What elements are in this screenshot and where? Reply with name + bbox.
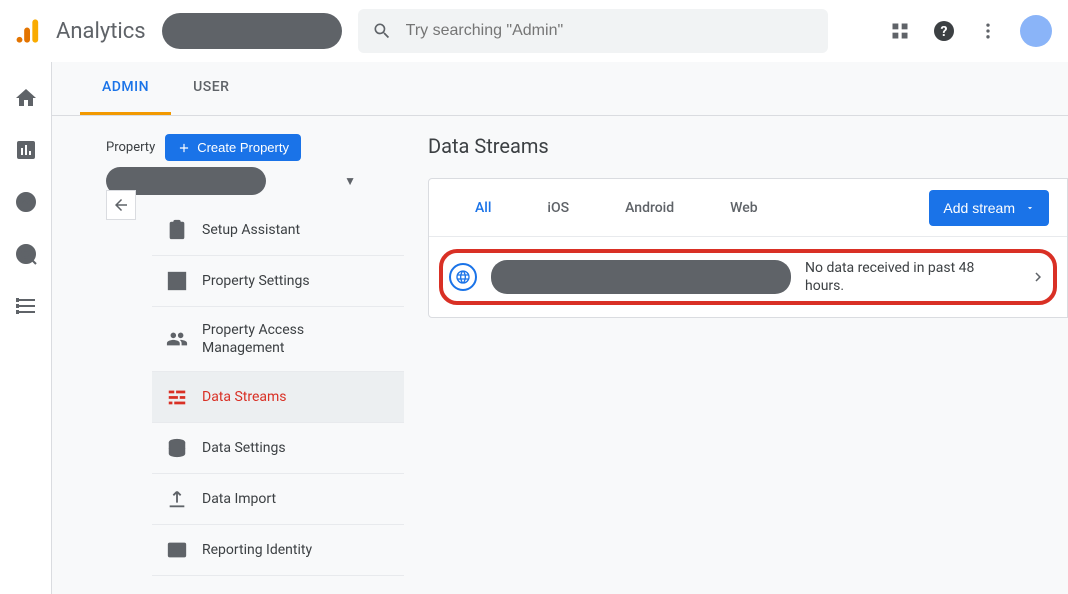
menu-property-settings[interactable]: Property Settings	[152, 256, 404, 307]
menu-property-access[interactable]: Property Access Management	[152, 307, 404, 372]
advertising-icon[interactable]	[14, 242, 38, 266]
clipboard-check-icon	[166, 219, 188, 241]
web-stream-icon	[449, 263, 477, 291]
account-selector-redacted[interactable]	[162, 13, 342, 49]
menu-data-streams[interactable]: Data Streams	[152, 372, 404, 423]
explore-icon[interactable]	[14, 190, 38, 214]
app-header: Analytics ?	[0, 0, 1068, 62]
menu-setup-assistant[interactable]: Setup Assistant	[152, 205, 404, 256]
back-button[interactable]	[106, 190, 136, 220]
caret-down-icon: ▼	[344, 174, 356, 188]
tab-user[interactable]: USER	[171, 62, 251, 115]
plus-icon	[177, 141, 191, 155]
stream-tabs: All iOS Android Web Add stream	[429, 179, 1067, 237]
id-card-icon	[166, 539, 188, 561]
create-property-button[interactable]: Create Property	[165, 134, 301, 161]
property-selector[interactable]: ▼	[106, 167, 356, 195]
stream-tab-ios[interactable]: iOS	[519, 200, 597, 216]
stream-tab-web[interactable]: Web	[702, 200, 785, 216]
configure-icon[interactable]	[14, 294, 38, 318]
admin-tabs: ADMIN USER	[52, 62, 1068, 116]
header-actions: ?	[888, 15, 1052, 47]
svg-text:?: ?	[941, 24, 948, 40]
globe-icon	[455, 269, 471, 285]
menu-data-import[interactable]: Data Import	[152, 474, 404, 525]
menu-data-settings[interactable]: Data Settings	[152, 423, 404, 474]
caret-down-icon	[1025, 203, 1035, 213]
arrow-left-icon	[112, 196, 130, 214]
logo-area: Analytics	[16, 17, 146, 45]
content-panel: Data Streams All iOS Android Web Add str…	[404, 116, 1068, 594]
property-menu: Setup Assistant Property Settings Proper…	[152, 205, 404, 576]
search-input[interactable]	[406, 22, 814, 40]
page-title: Data Streams	[428, 134, 1068, 158]
settings-panel-icon	[166, 270, 188, 292]
more-icon[interactable]	[976, 19, 1000, 43]
app-name: Analytics	[56, 19, 146, 44]
help-icon[interactable]: ?	[932, 19, 956, 43]
stream-tab-android[interactable]: Android	[597, 200, 702, 216]
stream-tab-all[interactable]: All	[447, 200, 519, 216]
avatar[interactable]	[1020, 15, 1052, 47]
streams-card: All iOS Android Web Add stream	[428, 178, 1068, 318]
stream-status-text: No data received in past 48 hours.	[805, 259, 1015, 295]
apps-icon[interactable]	[888, 19, 912, 43]
tab-admin[interactable]: ADMIN	[80, 62, 171, 115]
add-stream-button[interactable]: Add stream	[929, 190, 1049, 226]
search-bar[interactable]	[358, 9, 828, 53]
reports-icon[interactable]	[14, 138, 38, 162]
search-icon	[372, 21, 392, 41]
stream-row[interactable]: No data received in past 48 hours.	[437, 247, 1059, 307]
annotation-highlight	[439, 249, 1057, 305]
database-icon	[166, 437, 188, 459]
property-column: Property Create Property ▼ Set	[52, 116, 404, 594]
upload-icon	[166, 488, 188, 510]
chevron-right-icon	[1029, 268, 1047, 286]
analytics-logo-icon	[16, 17, 44, 45]
data-streams-icon	[166, 386, 188, 408]
home-icon[interactable]	[14, 86, 38, 110]
stream-name-redacted	[491, 260, 791, 294]
menu-reporting-identity[interactable]: Reporting Identity	[152, 525, 404, 576]
property-label: Property	[106, 140, 155, 155]
people-icon	[166, 328, 188, 350]
left-nav-rail	[0, 62, 52, 594]
